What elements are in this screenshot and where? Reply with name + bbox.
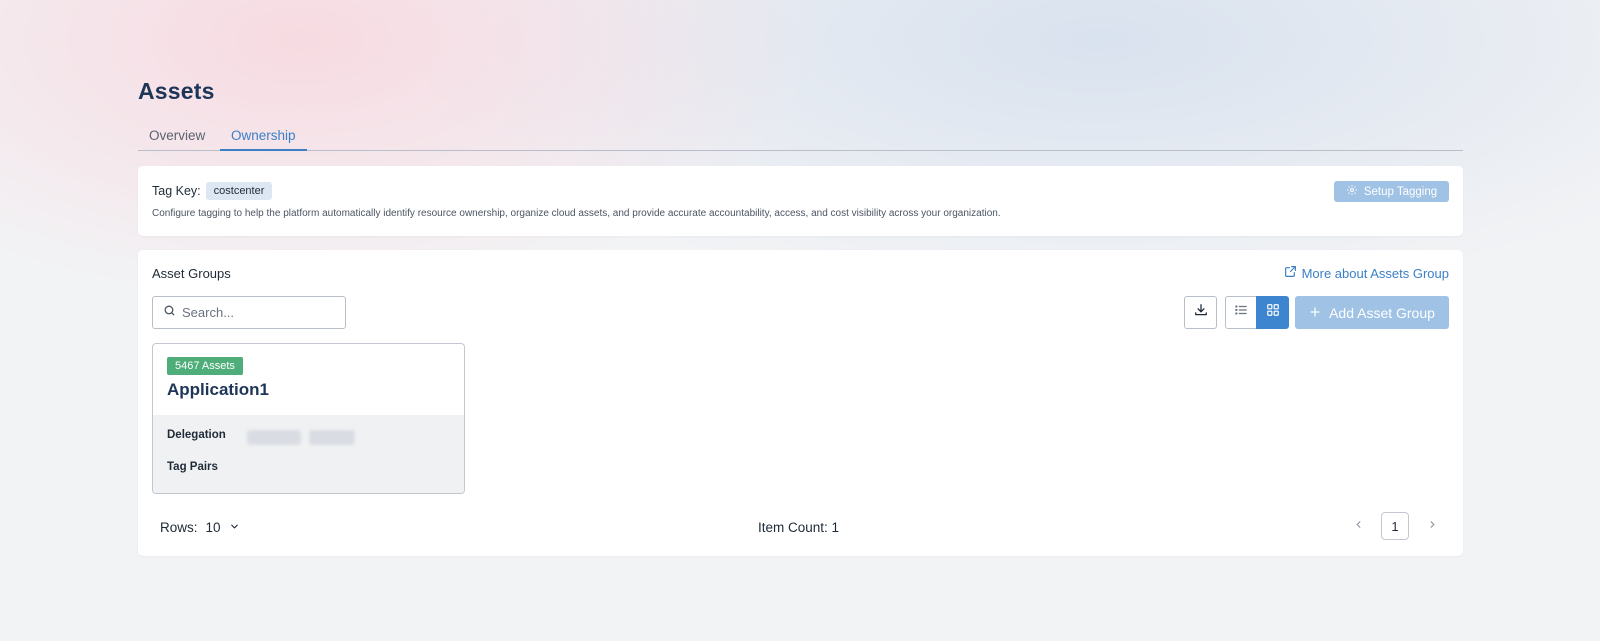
list-icon xyxy=(1234,303,1248,322)
asset-count-badge: 5467 Assets xyxy=(167,357,243,375)
tab-ownership[interactable]: Ownership xyxy=(220,128,307,151)
tab-overview[interactable]: Overview xyxy=(138,128,216,151)
chevron-left-icon xyxy=(1353,517,1364,535)
tag-key-chip: costcenter xyxy=(205,182,273,200)
tab-bar: Overview Ownership xyxy=(138,124,1463,151)
asset-group-card-details: Delegation Tag Pairs xyxy=(153,415,464,493)
more-link-label: More about Assets Group xyxy=(1301,265,1449,281)
pagination-footer: Rows: 10 Item Count: 1 1 xyxy=(138,512,1463,542)
delegation-chip-redacted xyxy=(309,430,355,445)
grid-icon xyxy=(1266,303,1280,322)
delegation-label: Delegation xyxy=(167,429,226,441)
tag-key-row: Tag Key: costcenter xyxy=(152,182,273,200)
tag-key-label: Tag Key: xyxy=(152,184,201,198)
asset-group-name: Application1 xyxy=(167,380,270,399)
plus-icon xyxy=(1309,305,1321,321)
asset-group-card-header: 5467 Assets Application1 xyxy=(153,344,464,415)
item-count: Item Count: 1 xyxy=(758,520,840,535)
tag-description: Configure tagging to help the platform a… xyxy=(152,208,1001,219)
add-asset-group-button[interactable]: Add Asset Group xyxy=(1295,296,1449,329)
rows-label: Rows: xyxy=(160,520,198,535)
next-page-button[interactable] xyxy=(1423,517,1441,535)
rows-value: 10 xyxy=(205,520,221,535)
list-view-button[interactable] xyxy=(1225,296,1257,329)
grid-view-button[interactable] xyxy=(1256,296,1289,329)
external-link-icon xyxy=(1284,265,1297,281)
prev-page-button[interactable] xyxy=(1349,517,1367,535)
gear-icon xyxy=(1346,184,1358,199)
rows-per-page-select[interactable]: Rows: 10 xyxy=(160,520,240,535)
chevron-right-icon xyxy=(1427,517,1438,535)
page-number-button[interactable]: 1 xyxy=(1381,512,1409,540)
delegation-chip-redacted xyxy=(247,430,301,445)
setup-tagging-button[interactable]: Setup Tagging xyxy=(1334,181,1449,202)
asset-groups-title: Asset Groups xyxy=(152,266,231,281)
search-icon xyxy=(163,304,176,322)
search-input[interactable] xyxy=(182,305,332,320)
tag-pairs-label: Tag Pairs xyxy=(167,461,218,473)
search-box xyxy=(152,296,346,329)
asset-groups-card: Asset Groups More about Assets Group Sea… xyxy=(138,250,1463,556)
page-title: Assets xyxy=(138,78,215,104)
chevron-down-icon xyxy=(229,520,240,535)
tag-key-card: Tag Key: costcenter Configure tagging to… xyxy=(138,166,1463,236)
setup-tagging-label: Setup Tagging xyxy=(1363,185,1438,198)
pager: 1 xyxy=(1349,512,1441,540)
more-about-assets-group-link[interactable]: More about Assets Group xyxy=(1284,265,1449,281)
asset-group-card[interactable]: 5467 Assets Application1 Delegation Tag … xyxy=(152,343,465,494)
download-icon xyxy=(1194,303,1208,322)
download-button[interactable] xyxy=(1184,296,1217,329)
add-asset-group-label: Add Asset Group xyxy=(1329,304,1435,321)
